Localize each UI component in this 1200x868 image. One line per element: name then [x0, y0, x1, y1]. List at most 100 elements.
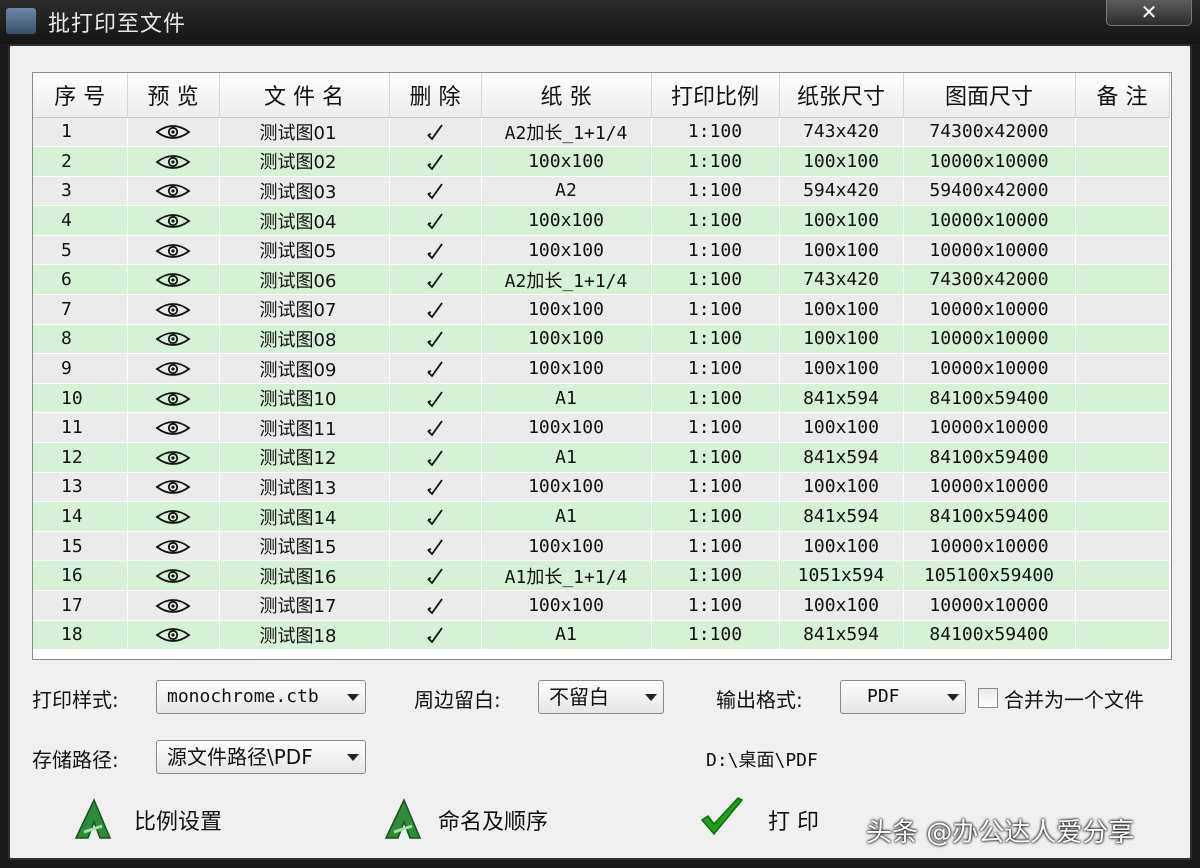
eye-icon[interactable] [127, 590, 220, 621]
title-bar: 批打印至文件 ✕ [0, 0, 1200, 44]
table-row[interactable]: 17 测试图17 100x100 1:100 100x100 10000x10000 [33, 590, 1170, 621]
paper-dimensions: 100x100 [779, 531, 904, 562]
print-style-label: 打印样式: [32, 688, 119, 712]
eye-icon[interactable] [127, 146, 220, 177]
margin-select[interactable]: 不留白 [538, 680, 664, 714]
check-icon[interactable] [389, 294, 482, 325]
table-row[interactable]: 3 测试图03 A2 1:100 594x420 59400x42000 [33, 176, 1170, 207]
remark [1075, 620, 1170, 651]
check-icon[interactable] [389, 620, 482, 651]
eye-icon[interactable] [127, 442, 220, 473]
print-style-value: monochrome.ctb [167, 686, 319, 707]
eye-icon[interactable] [127, 620, 220, 651]
check-icon[interactable] [389, 146, 482, 177]
eye-icon[interactable] [127, 235, 220, 266]
table-row[interactable]: 4 测试图04 100x100 1:100 100x100 10000x10000 [33, 205, 1170, 236]
eye-icon[interactable] [127, 560, 220, 591]
column-header[interactable]: 纸 张 [481, 73, 652, 118]
merge-checkbox[interactable] [978, 688, 998, 708]
table-row[interactable]: 1 测试图01 A2加长_1+1/4 1:100 743x420 74300x42000 [33, 117, 1170, 148]
scale-settings-button[interactable]: 比例设置 [70, 798, 240, 842]
paper-size: A2加长_1+1/4 [481, 264, 652, 296]
print-scale: 1:100 [651, 412, 780, 444]
table-row[interactable]: 10 测试图10 A1 1:100 841x594 84100x59400 [33, 383, 1170, 414]
column-header[interactable]: 图面尺寸 [903, 73, 1076, 118]
row-index: 7 [33, 294, 128, 325]
file-name: 测试图11 [219, 412, 390, 444]
paper-dimensions: 743x420 [779, 117, 904, 148]
dialog-body: 序 号预 览文 件 名删 除纸 张打印比例 纸张尺寸 图面尺寸备 注 1 测试图01 A… [8, 44, 1192, 860]
print-button[interactable]: 打 印 [694, 796, 854, 842]
table-row[interactable]: 7 测试图07 100x100 1:100 100x100 10000x10000 [33, 294, 1170, 325]
drawing-dimensions: 10000x10000 [903, 324, 1076, 355]
drawing-dimensions: 10000x10000 [903, 146, 1076, 177]
table-row[interactable]: 15 测试图15 100x100 1:100 100x100 10000x10000 [33, 531, 1170, 562]
column-header[interactable]: 纸张尺寸 [779, 73, 904, 118]
check-icon[interactable] [389, 264, 482, 296]
eye-icon[interactable] [127, 472, 220, 503]
check-icon[interactable] [389, 442, 482, 473]
paper-size: 100x100 [481, 531, 652, 562]
remark [1075, 264, 1170, 296]
eye-icon[interactable] [127, 264, 220, 296]
eye-icon[interactable] [127, 412, 220, 444]
check-icon[interactable] [389, 560, 482, 591]
eye-icon[interactable] [127, 176, 220, 207]
eye-icon[interactable] [127, 353, 220, 384]
check-icon[interactable] [389, 324, 482, 355]
paper-size: A1 [481, 383, 652, 414]
column-header[interactable]: 文 件 名 [219, 73, 390, 118]
eye-icon[interactable] [127, 294, 220, 325]
check-icon[interactable] [389, 235, 482, 266]
check-icon[interactable] [389, 412, 482, 444]
table-row[interactable]: 16 测试图16 A1加长_1+1/4 1:100 1051x594 105100x594… [33, 560, 1170, 591]
format-label: 输出格式: [716, 688, 803, 712]
table-row[interactable]: 18 测试图18 A1 1:100 841x594 84100x59400 [33, 620, 1170, 651]
eye-icon[interactable] [127, 205, 220, 236]
path-select[interactable]: 源文件路径\PDF [156, 740, 366, 774]
remark [1075, 353, 1170, 384]
column-header[interactable]: 备 注 [1075, 73, 1170, 118]
window-title: 批打印至文件 [48, 12, 187, 37]
table-row[interactable]: 9 测试图09 100x100 1:100 100x100 10000x10000 [33, 353, 1170, 384]
table-row[interactable]: 5 测试图05 100x100 1:100 100x100 10000x10000 [33, 235, 1170, 266]
check-icon[interactable] [389, 383, 482, 414]
check-icon[interactable] [389, 501, 482, 532]
eye-icon[interactable] [127, 531, 220, 562]
column-header[interactable]: 打印比例 [651, 73, 780, 118]
check-icon[interactable] [389, 472, 482, 503]
column-header[interactable]: 预 览 [127, 73, 220, 118]
eye-icon[interactable] [127, 383, 220, 414]
eye-icon[interactable] [127, 324, 220, 355]
eye-icon[interactable] [127, 117, 220, 148]
file-name: 测试图04 [219, 205, 390, 236]
check-icon[interactable] [389, 353, 482, 384]
table-row[interactable]: 11 测试图11 100x100 1:100 100x100 10000x10000 [33, 412, 1170, 444]
eye-icon[interactable] [127, 501, 220, 532]
format-select[interactable]: PDF [840, 680, 966, 714]
remark [1075, 383, 1170, 414]
table-row[interactable]: 8 测试图08 100x100 1:100 100x100 10000x10000 [33, 324, 1170, 355]
print-style-select[interactable]: monochrome.ctb [156, 680, 366, 714]
a-logo-icon [74, 798, 112, 839]
drawing-dimensions: 10000x10000 [903, 472, 1076, 503]
file-name: 测试图01 [219, 117, 390, 148]
file-name: 测试图15 [219, 531, 390, 562]
column-header[interactable]: 删 除 [389, 73, 482, 118]
table-row[interactable]: 6 测试图06 A2加长_1+1/4 1:100 743x420 74300x42000 [33, 264, 1170, 296]
paper-dimensions: 1051x594 [779, 560, 904, 591]
close-button[interactable]: ✕ [1106, 0, 1192, 26]
check-icon[interactable] [389, 590, 482, 621]
check-icon[interactable] [389, 176, 482, 207]
check-icon[interactable] [389, 531, 482, 562]
table-row[interactable]: 12 测试图12 A1 1:100 841x594 84100x59400 [33, 442, 1170, 473]
table-row[interactable]: 14 测试图14 A1 1:100 841x594 84100x59400 [33, 501, 1170, 532]
table-row[interactable]: 2 测试图02 100x100 1:100 100x100 10000x10000 [33, 146, 1170, 177]
print-scale: 1:100 [651, 531, 780, 562]
naming-order-button[interactable]: 命名及顺序 [380, 798, 580, 842]
column-header[interactable]: 序 号 [33, 73, 128, 118]
table-row[interactable]: 13 测试图13 100x100 1:100 100x100 10000x10000 [33, 472, 1170, 503]
check-icon[interactable] [389, 205, 482, 236]
check-icon[interactable] [389, 117, 482, 148]
paper-size: 100x100 [481, 472, 652, 503]
